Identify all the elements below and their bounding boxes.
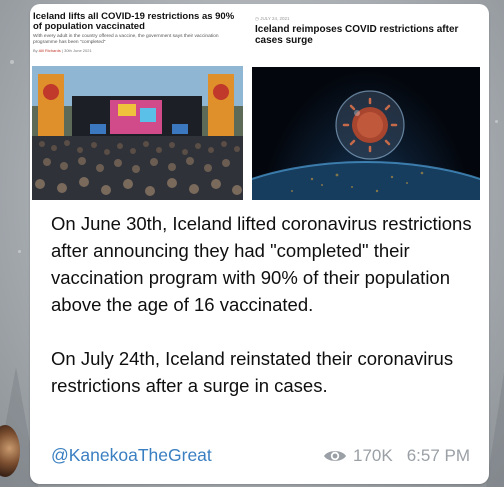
clock-icon: ◷ [255,16,259,21]
virus-illustration [252,90,480,200]
message-paragraph: On July 24th, Iceland reinstated their c… [51,348,454,396]
message-time: 6:57 PM [406,446,470,465]
article-date-text: JULY 24, 2021 [260,16,290,21]
article-screenshot-left[interactable]: Iceland lifts all COVID-19 restrictions … [32,10,243,200]
view-count: 170K [352,446,393,465]
message-bubble: Iceland lifts all COVID-19 restrictions … [30,4,489,484]
author-handle-link[interactable]: @KanekoaTheGreat [51,445,212,466]
background-snow [10,60,14,64]
article-subtitle: With every adult in the country offered … [33,34,219,45]
message-text: On June 30th, Iceland lifted coronavirus… [51,210,481,399]
message-paragraph: On June 30th, Iceland lifted coronavirus… [51,213,472,315]
byline-prefix: By [33,48,38,53]
virus-earth-photo [252,67,480,200]
message-meta: 170K 6:57 PM [323,446,470,466]
article-date: ◷ JULY 24, 2021 [255,16,480,22]
background-snow [18,250,21,253]
attached-images: Iceland lifts all COVID-19 restrictions … [32,10,487,200]
concert-photo [32,66,243,200]
byline-date: 30th June 2021 [64,48,92,53]
article-screenshot-right[interactable]: ◷ JULY 24, 2021 Iceland reimposes COVID … [252,16,480,200]
message-footer: @KanekoaTheGreat 170K 6:57 PM [51,445,475,467]
article-headline: Iceland lifts all COVID-19 restrictions … [33,11,235,32]
concert-illustration [32,66,243,200]
byline-author: Alli Richards [38,48,61,53]
byline-separator: | [61,48,63,53]
article-byline: By Alli Richards | 30th June 2021 [33,48,243,53]
background-snow [495,120,498,123]
article-headline: Iceland reimposes COVID restrictions aft… [255,24,459,46]
eye-icon [323,451,346,461]
